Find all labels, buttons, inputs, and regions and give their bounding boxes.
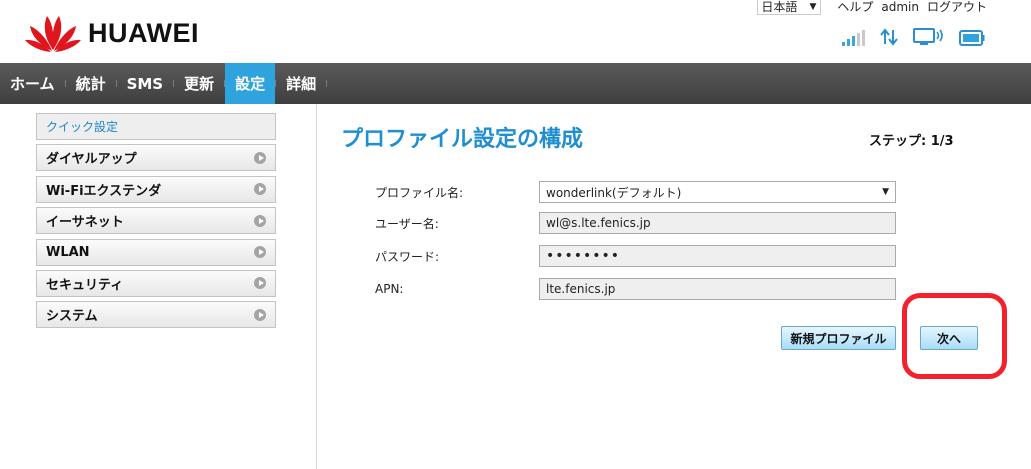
sidebar-item-label: セキュリティ [46,277,124,293]
password-label: パスワード: [375,249,440,264]
expand-arrow-icon [254,246,266,259]
nav-update[interactable]: 更新 [174,63,224,104]
sidebar-item-system[interactable]: システム [36,301,276,329]
main-navigation: ホーム 統計 SMS 更新 設定 詳細 [0,63,1031,104]
brand-name: HUAWEI [88,17,199,48]
language-value: 日本語 [761,0,798,14]
apn-field[interactable]: lte.fenics.jp [539,278,896,300]
sidebar-item-dialup[interactable]: ダイヤルアップ [36,144,276,172]
page-title: プロファイル設定の構成 [341,127,584,152]
header: HUAWEI 日本語 ▼ ヘルプ admin ログアウト [0,0,1031,62]
expand-arrow-icon [254,214,266,227]
profile-row: プロファイル名: wonderlink(デフォルト) ▼ [375,181,896,203]
sidebar-item-label: Wi-Fiエクステンダ [46,183,162,199]
chevron-down-icon: ▼ [809,1,817,12]
username: admin [881,0,919,14]
top-links: 日本語 ▼ ヘルプ admin ログアウト [757,0,987,15]
help-link[interactable]: ヘルプ [837,0,873,15]
sidebar-item-security[interactable]: セキュリティ [36,269,276,297]
password-field[interactable]: •••••••• [539,245,896,267]
profile-value: wonderlink(デフォルト) [546,185,682,200]
expand-arrow-icon [254,308,266,321]
highlight-annotation [902,293,1007,379]
content-divider [316,104,317,469]
huawei-logo: HUAWEI [22,10,199,54]
nav-details[interactable]: 詳細 [276,63,326,104]
sidebar-item-wlan[interactable]: WLAN [36,238,276,266]
sidebar-item-label: ダイヤルアップ [46,152,137,168]
battery-icon [959,30,985,46]
password-row: パスワード: •••••••• [375,245,896,267]
logout-link[interactable]: ログアウト [927,0,987,15]
nav-home[interactable]: ホーム [0,63,65,104]
username-row: ユーザー名: wl@s.lte.fenics.jp [375,212,896,234]
profile-label: プロファイル名: [375,185,464,200]
huawei-petals-icon [25,16,81,52]
sidebar-item-quick-setup[interactable]: クイック設定 [36,113,276,140]
apn-label: APN: [375,282,404,296]
username-label: ユーザー名: [375,216,439,231]
status-icons [842,28,985,46]
expand-arrow-icon [254,183,266,196]
sidebar-item-ethernet[interactable]: イーサネット [36,207,276,235]
data-transfer-icon [880,28,898,46]
nav-statistics[interactable]: 統計 [66,63,116,104]
sidebar-item-label: システム [46,309,98,325]
sidebar: クイック設定 ダイヤルアップ Wi-Fiエクステンダ イーサネット WLAN セ… [36,113,276,333]
new-profile-button[interactable]: 新規プロファイル [781,326,896,350]
expand-arrow-icon [254,151,266,164]
step-indicator: ステップ: 1/3 [869,134,954,149]
username-field[interactable]: wl@s.lte.fenics.jp [539,212,896,234]
chevron-down-icon: ▼ [882,187,889,197]
language-select[interactable]: 日本語 ▼ [757,0,822,15]
apn-row: APN: lte.fenics.jp [375,278,896,300]
sidebar-item-label: イーサネット [46,215,124,231]
profile-select[interactable]: wonderlink(デフォルト) ▼ [539,181,896,203]
signal-strength-icon [842,30,865,46]
sidebar-item-wifi-extender[interactable]: Wi-Fiエクステンダ [36,175,276,203]
pc-connection-icon [913,28,943,45]
sidebar-item-label: クイック設定 [46,120,119,134]
nav-settings[interactable]: 設定 [225,63,276,104]
nav-divider [326,80,328,87]
expand-arrow-icon [254,277,266,290]
nav-sms[interactable]: SMS [117,63,174,104]
sidebar-item-label: WLAN [46,244,90,260]
